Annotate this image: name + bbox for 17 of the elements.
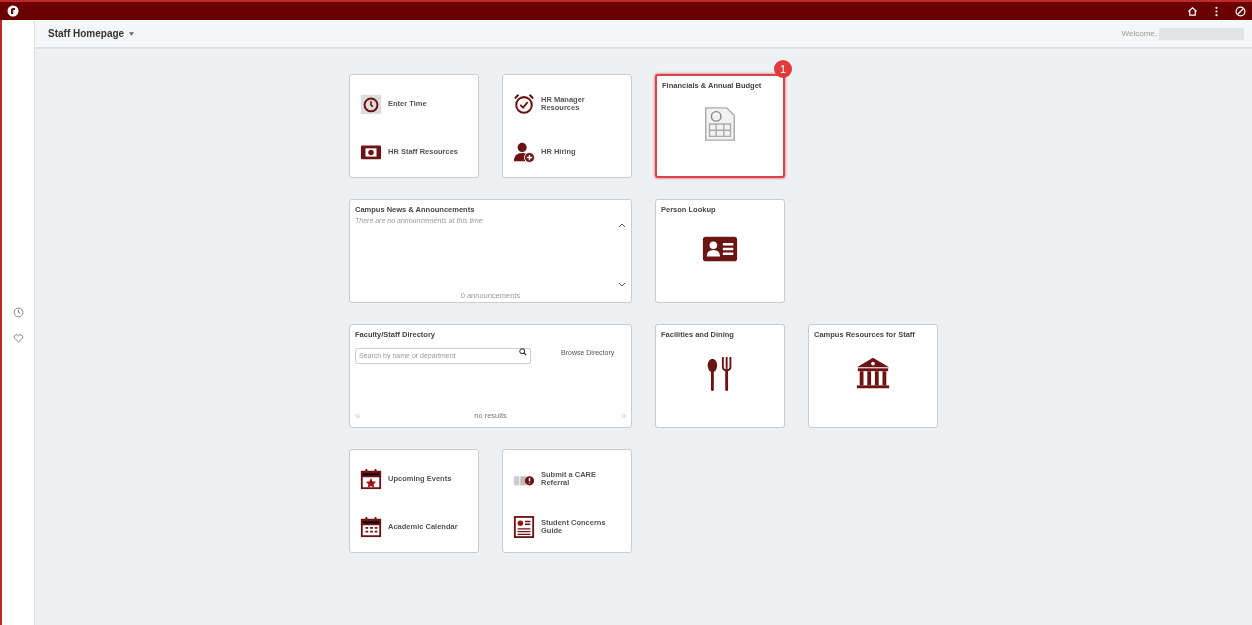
page-title[interactable]: Staff Homepage xyxy=(48,28,125,39)
alarm-icon[interactable] xyxy=(513,93,535,115)
caret-icon[interactable] xyxy=(129,31,135,36)
step-badge: 1 xyxy=(774,60,792,78)
guide-icon[interactable] xyxy=(513,516,535,538)
recent-history-icon[interactable] xyxy=(12,307,24,318)
welcome-text: Welcome, xyxy=(1121,29,1157,38)
time-icon[interactable] xyxy=(360,93,382,115)
scroll-up-icon[interactable] xyxy=(618,223,626,228)
home-icon[interactable] xyxy=(1187,5,1198,17)
logo-icon[interactable] xyxy=(7,5,19,17)
calendar-icon[interactable] xyxy=(360,516,382,538)
scroll-down-icon[interactable] xyxy=(618,282,626,287)
cancel-icon[interactable] xyxy=(1235,5,1246,17)
search-icon[interactable] xyxy=(519,348,527,356)
events-icon[interactable] xyxy=(360,468,382,490)
hire-icon[interactable] xyxy=(513,141,535,163)
